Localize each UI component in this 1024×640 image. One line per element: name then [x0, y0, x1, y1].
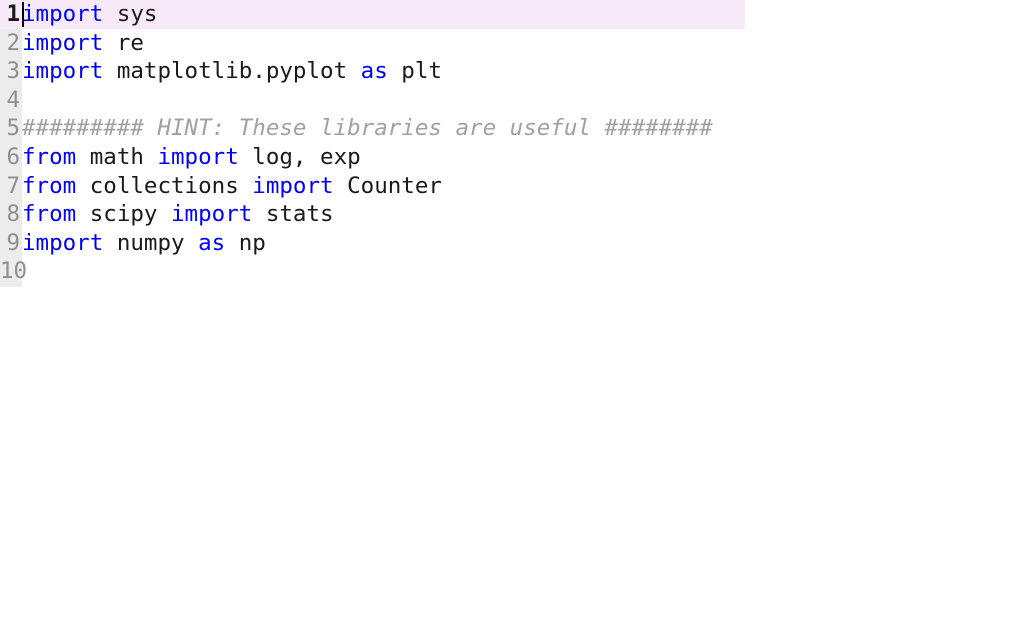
python-keyword: as — [198, 229, 226, 256]
code-text: collections — [76, 172, 253, 199]
code-line-content[interactable]: ######### HINT: These libraries are usef… — [22, 114, 713, 143]
code-line[interactable]: 7 from collections import Counter — [0, 172, 1024, 201]
code-line-content[interactable]: from math import log, exp — [22, 143, 361, 172]
code-line[interactable]: 6 from math import log, exp — [0, 143, 1024, 172]
python-keyword: import — [157, 143, 239, 170]
code-text: re — [103, 29, 144, 56]
code-text: Counter — [333, 172, 442, 199]
line-number: 2 — [6, 29, 20, 56]
code-text: stats — [252, 201, 334, 228]
code-line-content[interactable]: import matplotlib.pyplot as plt — [22, 57, 442, 86]
code-line[interactable]: 5 ######### HINT: These libraries are use… — [0, 114, 1024, 143]
python-keyword: from — [22, 143, 77, 170]
code-text: plt — [387, 58, 442, 85]
python-keyword: as — [360, 58, 388, 85]
line-number: 5 — [6, 115, 20, 142]
line-number: 6 — [6, 143, 20, 170]
line-number: 7 — [6, 172, 20, 199]
code-text: matplotlib.pyplot — [103, 58, 361, 85]
python-keyword: import — [252, 172, 334, 199]
code-text: sys — [103, 1, 158, 27]
code-line-content[interactable]: import sys — [22, 0, 157, 29]
code-line[interactable]: 2 import re — [0, 29, 1024, 58]
code-text: math — [76, 143, 158, 170]
code-text: log, exp — [238, 143, 361, 170]
code-line-content[interactable]: from collections import Counter — [22, 172, 442, 201]
code-text: np — [225, 229, 266, 256]
line-number: 1 — [6, 1, 20, 27]
text-cursor — [22, 2, 24, 27]
python-keyword: from — [22, 201, 77, 228]
code-line-content[interactable]: from scipy import stats — [22, 200, 334, 229]
code-line-content[interactable]: import re — [22, 29, 144, 58]
code-line[interactable]: 8 from scipy import stats — [0, 200, 1024, 229]
python-keyword: import — [22, 58, 104, 85]
code-editor[interactable]: 1 import sys 2 import re 3 import matplotlib.… — [0, 0, 1024, 640]
python-keyword: import — [171, 201, 253, 228]
python-keyword: from — [22, 172, 77, 199]
code-line-content[interactable]: import numpy as np — [22, 229, 266, 258]
python-keyword: import — [22, 29, 104, 56]
python-comment: ######### HINT: These libraries are usef… — [22, 115, 713, 142]
line-number: 4 — [6, 86, 20, 113]
code-text: scipy — [76, 201, 172, 228]
code-line[interactable]: 4 — [0, 86, 1024, 115]
line-number: 8 — [6, 201, 20, 228]
python-keyword: import — [22, 1, 104, 27]
python-keyword: import — [22, 229, 104, 256]
line-number: 10 — [0, 258, 28, 285]
code-line[interactable]: 1 import sys — [0, 0, 1024, 29]
code-line[interactable]: 9 import numpy as np — [0, 229, 1024, 258]
code-line[interactable]: 10 — [0, 257, 1024, 286]
code-line[interactable]: 3 import matplotlib.pyplot as plt — [0, 57, 1024, 86]
code-text-area[interactable]: 1 import sys 2 import re 3 import matplotlib.… — [0, 0, 1024, 286]
code-text: numpy — [103, 229, 199, 256]
line-number: 3 — [6, 58, 20, 85]
line-number: 9 — [6, 229, 20, 256]
